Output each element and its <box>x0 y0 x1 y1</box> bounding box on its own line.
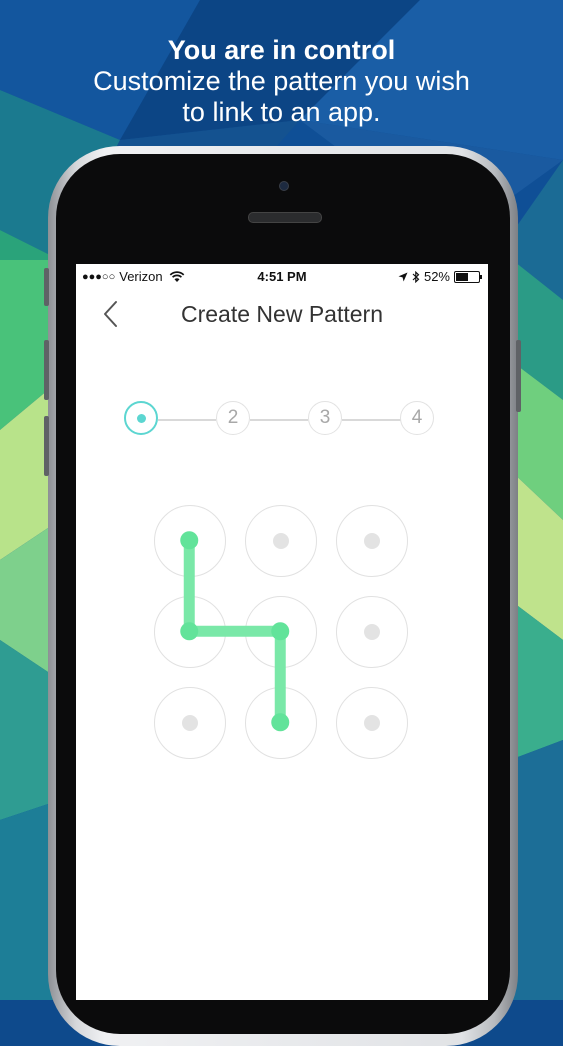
step-4: 4 <box>400 401 434 435</box>
pattern-node-r1-c3[interactable] <box>336 505 408 577</box>
pattern-node-dot <box>182 533 198 549</box>
status-bar: ●●●○○ Verizon 4:51 PM 52% <box>76 264 488 288</box>
promo-caption: You are in control Customize the pattern… <box>0 34 563 128</box>
step-3: 3 <box>308 401 342 435</box>
pattern-node-r3-c3[interactable] <box>336 687 408 759</box>
caption-line-1: Customize the pattern you wish <box>93 66 470 96</box>
power-button <box>516 340 521 412</box>
pattern-node-dot <box>273 624 289 640</box>
earpiece-speaker <box>248 212 322 223</box>
pattern-node-dot <box>273 715 289 731</box>
step-active-dot <box>137 414 146 423</box>
pattern-node-r2-c2[interactable] <box>245 596 317 668</box>
battery-icon <box>454 270 482 283</box>
caption-line-2: to link to an app. <box>182 97 381 127</box>
pattern-node-dot <box>273 533 289 549</box>
pattern-node-dot <box>182 624 198 640</box>
location-arrow-icon <box>398 272 408 281</box>
pattern-node-r1-c1[interactable] <box>154 505 226 577</box>
bluetooth-icon <box>412 270 420 283</box>
step-connector <box>250 419 308 421</box>
mute-switch <box>44 268 49 306</box>
navigation-bar: Create New Pattern <box>76 292 488 336</box>
volume-up-button <box>44 340 49 400</box>
step-connector <box>158 419 216 421</box>
step-indicator: 2 3 4 <box>124 401 440 439</box>
pattern-node-dot <box>182 715 198 731</box>
volume-down-button <box>44 416 49 476</box>
caption-title: You are in control <box>167 35 396 65</box>
battery-percent: 52% <box>423 269 450 284</box>
pattern-node-dot <box>364 533 380 549</box>
pattern-node-r1-c2[interactable] <box>245 505 317 577</box>
pattern-node-dot <box>364 624 380 640</box>
pattern-node-r3-c2[interactable] <box>245 687 317 759</box>
pattern-node-r2-c3[interactable] <box>336 596 408 668</box>
pattern-node-r3-c1[interactable] <box>154 687 226 759</box>
front-camera <box>279 181 289 191</box>
step-connector <box>342 419 406 421</box>
pattern-node-r2-c1[interactable] <box>154 596 226 668</box>
pattern-node-dot <box>364 715 380 731</box>
app-screen: ●●●○○ Verizon 4:51 PM 52% Create New Pat… <box>76 264 488 1000</box>
step-1 <box>124 401 158 435</box>
step-2: 2 <box>216 401 250 435</box>
pattern-grid[interactable] <box>154 505 410 761</box>
page-title: Create New Pattern <box>181 301 383 327</box>
